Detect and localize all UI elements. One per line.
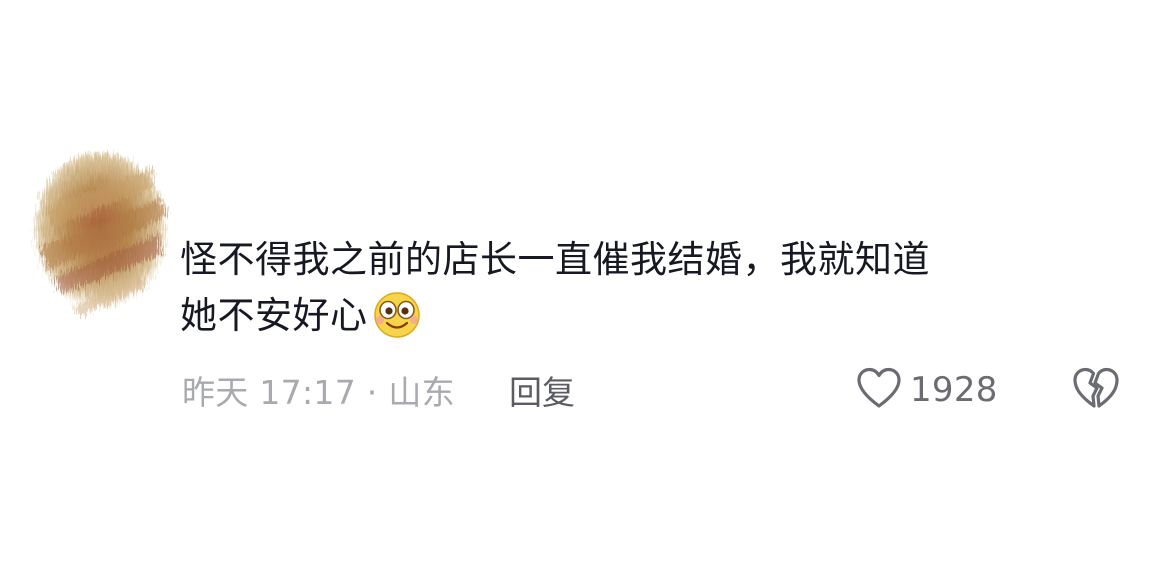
like-button[interactable]: 1928 bbox=[856, 366, 998, 414]
comment-text: 怪不得我之前的店长一直催我结婚，我就知道 她不安好心 bbox=[180, 232, 1110, 354]
comment-item: 怪不得我之前的店长一直催我结婚，我就知道 她不安好心 昨天 17:17 · 山东… bbox=[0, 0, 1170, 585]
user-avatar[interactable] bbox=[22, 138, 178, 328]
broken-heart-icon[interactable] bbox=[1072, 367, 1120, 416]
heart-outline-icon[interactable] bbox=[856, 367, 902, 413]
comment-time-location: 昨天 17:17 · 山东 bbox=[182, 373, 455, 412]
comment-text-line1: 怪不得我之前的店长一直催我结婚，我就知道 bbox=[180, 238, 930, 281]
smiling-face-emoji-icon bbox=[370, 288, 424, 354]
comment-text-line2: 她不安好心 bbox=[180, 294, 368, 337]
comment-body: 怪不得我之前的店长一直催我结婚，我就知道 她不安好心 bbox=[180, 232, 1110, 354]
like-count: 1928 bbox=[910, 370, 998, 410]
dislike-button[interactable] bbox=[1072, 366, 1120, 414]
comment-meta: 昨天 17:17 · 山东 回复 bbox=[182, 368, 575, 412]
reply-button[interactable]: 回复 bbox=[509, 366, 575, 414]
